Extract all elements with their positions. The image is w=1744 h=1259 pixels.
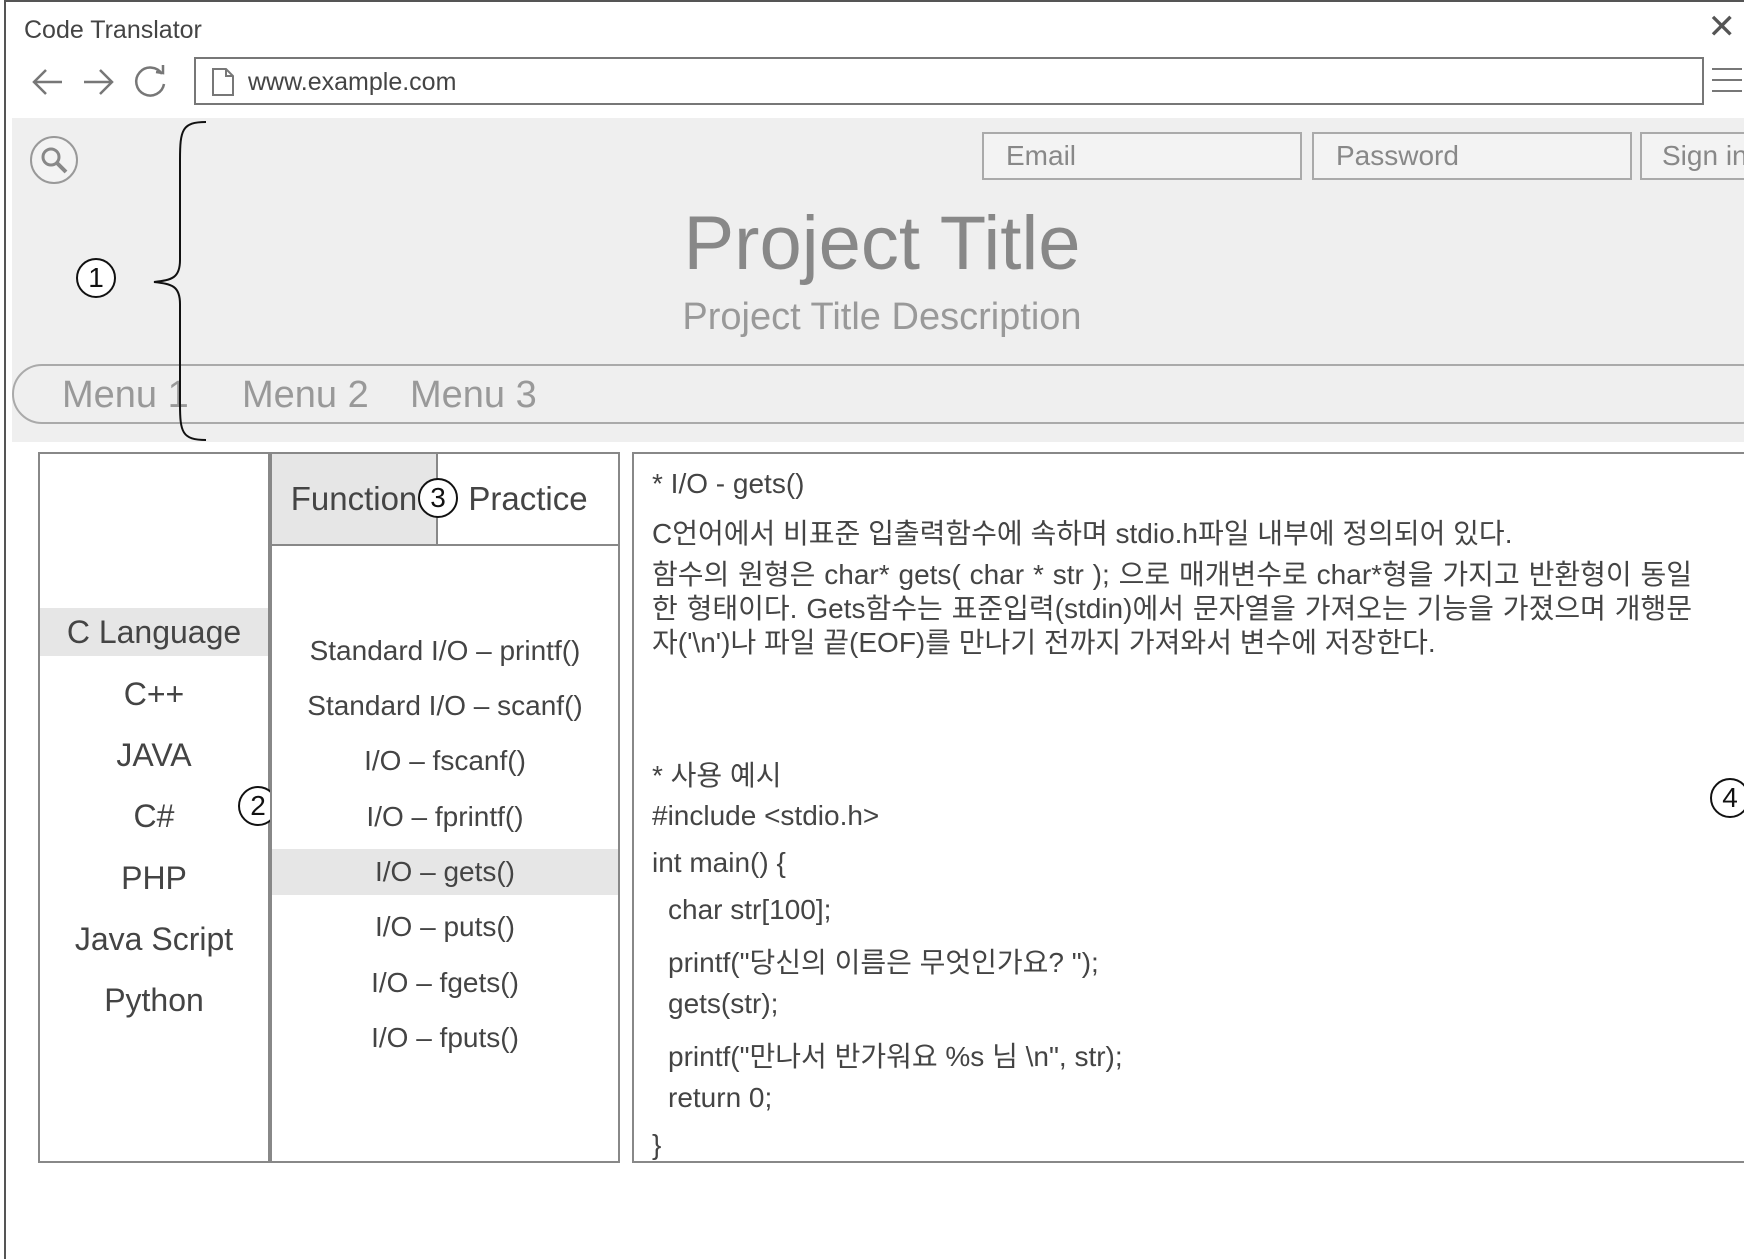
function-item[interactable]: I/O – fgets() — [272, 960, 618, 1006]
content-panel: * I/O - gets() C언어에서 비표준 입출력함수에 속하며 stdi… — [632, 452, 1744, 1163]
search-icon[interactable] — [30, 136, 78, 184]
language-item-javascript[interactable]: Java Script — [40, 915, 268, 963]
page-title: Project Title — [683, 201, 1081, 286]
page-subtitle: Project Title Description — [682, 296, 1082, 338]
content-heading: * I/O - gets() — [652, 468, 805, 499]
browser-window: Code Translator ✕ Email Password Sign in… — [4, 0, 1744, 1259]
tab-function[interactable]: Function — [272, 454, 438, 544]
tab-practice[interactable]: Practice — [438, 454, 618, 544]
function-item[interactable]: Standard I/O – printf() — [272, 628, 618, 674]
refresh-icon[interactable] — [128, 60, 172, 104]
code-line: int main() { — [652, 847, 786, 878]
function-item[interactable]: I/O – fscanf() — [272, 738, 618, 784]
code-line: #include <stdio.h> — [652, 800, 880, 831]
language-item-csharp[interactable]: C# — [40, 792, 268, 840]
function-item[interactable]: I/O – puts() — [272, 904, 618, 950]
annotation-marker-3: 3 — [418, 478, 458, 518]
language-list-panel: C Language C++ JAVA C# PHP Java Script P… — [38, 452, 270, 1163]
function-item-selected[interactable]: I/O – gets() — [272, 849, 618, 895]
site-header: Email Password Sign in Project Title Pro… — [12, 118, 1744, 442]
close-icon[interactable]: ✕ — [1708, 10, 1737, 44]
address-bar[interactable] — [194, 57, 1704, 105]
code-line: printf("만나서 반가워요 %s 님 \n", str); — [668, 1041, 1123, 1072]
window-title: Code Translator — [24, 16, 202, 44]
top-menu-bar: Menu 1 Menu 2 Menu 3 — [12, 364, 1744, 424]
language-item-java[interactable]: JAVA — [40, 731, 268, 779]
language-item-cpp[interactable]: C++ — [40, 670, 268, 718]
code-line: } — [652, 1129, 662, 1160]
language-item-python[interactable]: Python — [40, 976, 268, 1024]
function-item[interactable]: Standard I/O – scanf() — [272, 683, 618, 729]
header-brace-annotation — [153, 121, 207, 441]
function-item[interactable]: I/O – fputs() — [272, 1015, 618, 1061]
forward-arrow-icon[interactable] — [76, 60, 120, 104]
function-list-panel: Function Practice Standard I/O – printf(… — [270, 452, 620, 1163]
example-heading: * 사용 예시 — [652, 760, 782, 791]
code-line: gets(str); — [668, 988, 779, 1019]
language-item-php[interactable]: PHP — [40, 854, 268, 902]
menu-item-2[interactable]: Menu 2 — [242, 374, 369, 417]
language-item-c[interactable]: C Language — [40, 608, 268, 656]
url-input[interactable] — [246, 65, 1690, 99]
back-arrow-icon[interactable] — [26, 60, 70, 104]
code-line: return 0; — [668, 1082, 773, 1113]
page-icon — [212, 68, 234, 96]
email-field[interactable]: Email — [982, 132, 1302, 180]
password-field[interactable]: Password — [1312, 132, 1632, 180]
annotation-marker-4: 4 — [1710, 778, 1744, 818]
annotation-marker-1: 1 — [76, 258, 116, 298]
function-item[interactable]: I/O – fprintf() — [272, 794, 618, 840]
content-intro: C언어에서 비표준 입출력함수에 속하며 stdio.h파일 내부에 정의되어 … — [652, 518, 1513, 549]
code-line: printf("당신의 이름은 무엇인가요? "); — [668, 947, 1099, 978]
code-line: char str[100]; — [668, 894, 832, 925]
tab-divider — [272, 544, 618, 546]
menu-item-3[interactable]: Menu 3 — [410, 374, 537, 417]
hamburger-menu-icon[interactable] — [1712, 68, 1742, 96]
sign-in-button[interactable]: Sign in — [1640, 132, 1744, 180]
content-description: 함수의 원형은 char* gets( char * str ); 으로 매개변… — [652, 559, 1692, 658]
